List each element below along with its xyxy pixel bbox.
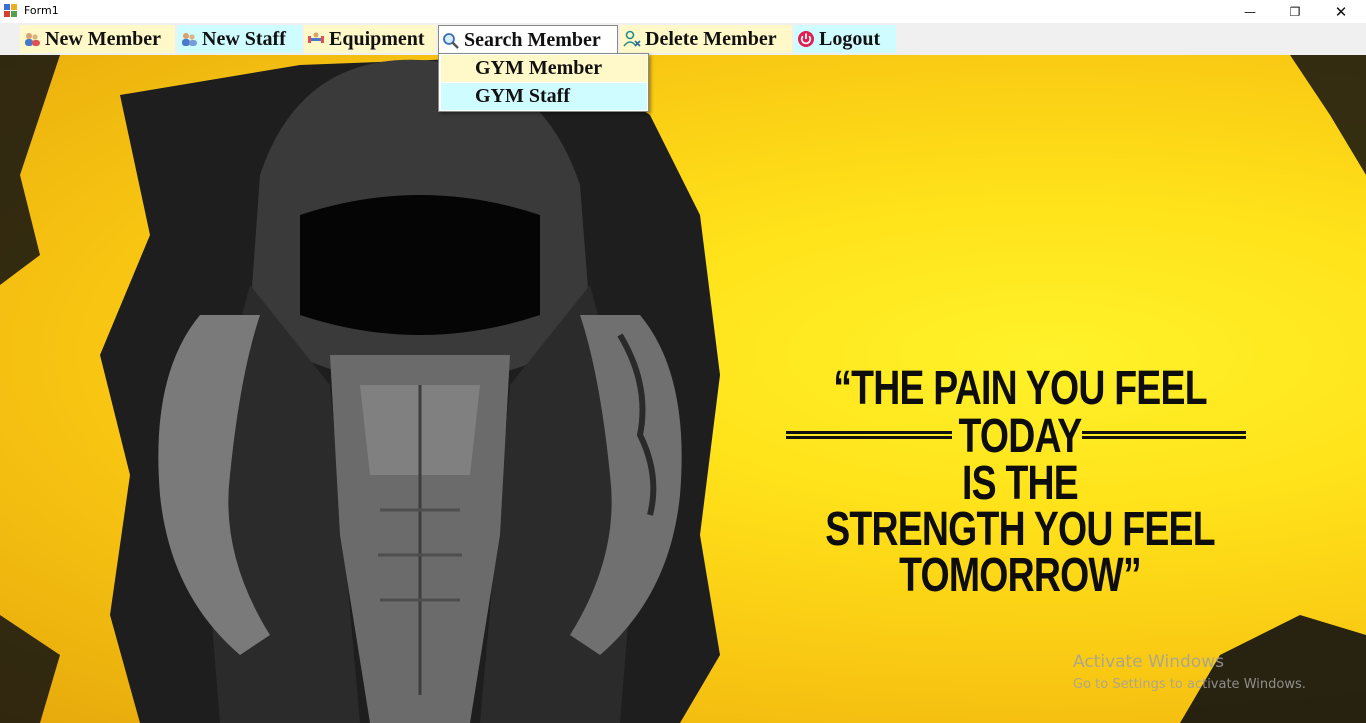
menu-strip: New Member New Staff Equipment Search Me…	[0, 23, 1366, 55]
activate-windows-subtitle: Go to Settings to activate Windows.	[1073, 677, 1306, 692]
menu-delete-member-label: Delete Member	[645, 27, 777, 50]
dropdown-item-gym-member[interactable]: GYM Member	[441, 55, 647, 82]
dropdown-item-gym-staff[interactable]: GYM Staff	[441, 83, 647, 110]
search-member-dropdown: GYM Member GYM Staff	[438, 53, 649, 112]
window-title: Form1	[24, 4, 59, 17]
background-banner: “THE PAIN YOU FEEL TODAY IS THE STRENGTH…	[0, 55, 1366, 723]
quote-line-3: STRENGTH YOU FEEL TOMORROW”	[825, 503, 1215, 602]
menu-search-member[interactable]: Search Member	[438, 25, 618, 55]
menu-equipment[interactable]: Equipment	[304, 25, 436, 53]
menu-new-member[interactable]: New Member	[20, 25, 175, 53]
dumbbell-icon	[307, 30, 325, 48]
menu-new-member-label: New Member	[45, 27, 162, 50]
menu-new-staff[interactable]: New Staff	[177, 25, 302, 53]
motivational-quote: “THE PAIN YOU FEEL TODAY IS THE STRENGTH…	[786, 362, 1254, 602]
title-bar: Form1 — ❐ ✕	[0, 0, 1366, 23]
maximize-button[interactable]: ❐	[1272, 0, 1318, 23]
quote-line-2: IS THE	[962, 457, 1079, 510]
menu-logout[interactable]: Logout	[794, 25, 896, 53]
menu-delete-member[interactable]: Delete Member	[620, 25, 792, 53]
menu-logout-label: Logout	[819, 27, 881, 50]
menu-search-member-label: Search Member	[464, 29, 601, 51]
quote-line-1: “THE PAIN YOU FEEL TODAY	[833, 362, 1207, 463]
search-icon	[442, 32, 460, 50]
menu-new-staff-label: New Staff	[202, 27, 286, 50]
minimize-button[interactable]: —	[1227, 0, 1273, 23]
menu-equipment-label: Equipment	[329, 27, 425, 50]
app-icon	[4, 4, 18, 18]
power-icon	[797, 30, 815, 48]
activate-windows-title: Activate Windows	[1073, 652, 1224, 672]
delete-user-icon	[623, 30, 641, 48]
staff-icon	[180, 30, 198, 48]
close-button[interactable]: ✕	[1318, 0, 1364, 23]
users-icon	[23, 30, 41, 48]
